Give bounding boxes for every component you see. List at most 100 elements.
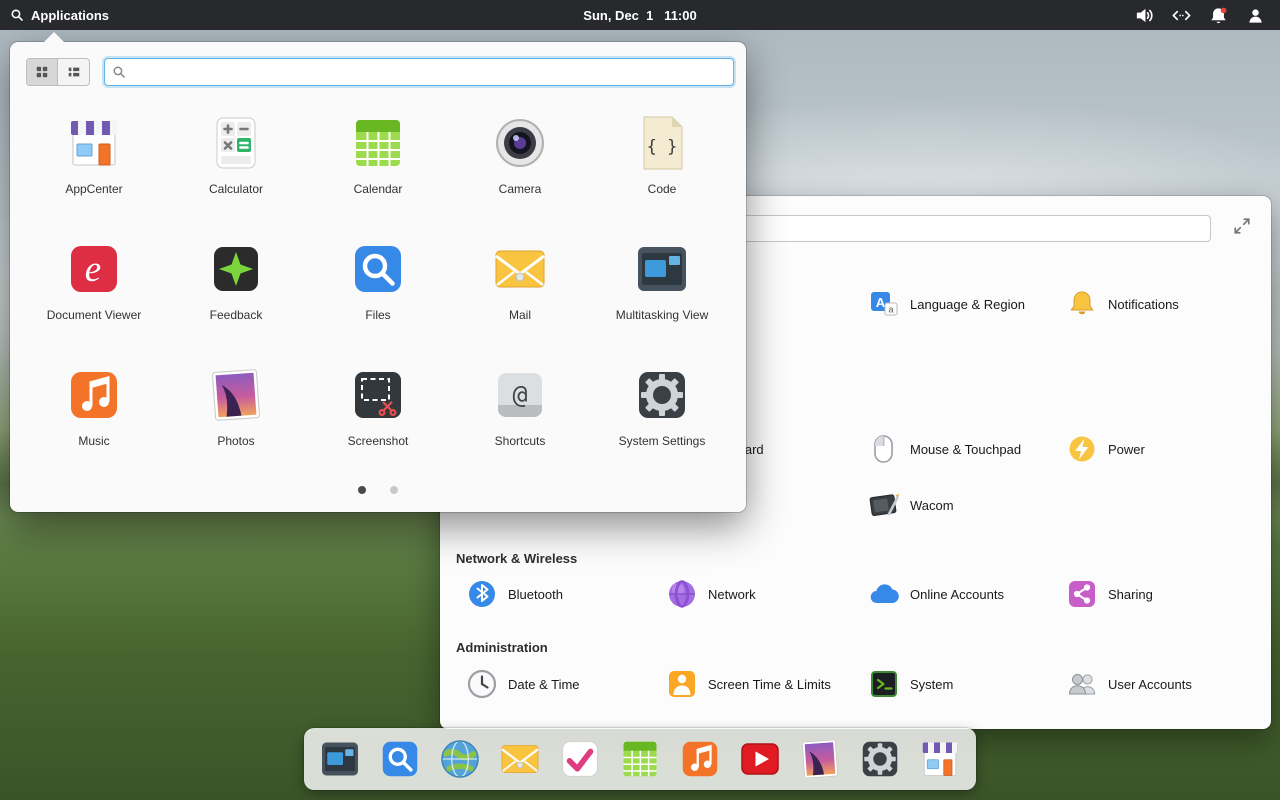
search-icon [112, 65, 126, 79]
date-time-icon [466, 668, 498, 700]
settings-item-language-region[interactable]: Aa Language & Region [868, 288, 1025, 320]
app-shortcuts[interactable]: @ Shortcuts [449, 363, 591, 449]
app-calendar[interactable]: Calendar [307, 111, 449, 197]
feedback-icon [204, 237, 268, 301]
calendar-icon [616, 735, 664, 783]
system-settings-icon [630, 363, 694, 427]
dock-item-tasks[interactable] [556, 735, 604, 783]
app-camera[interactable]: Camera [449, 111, 591, 197]
expand-icon[interactable] [1233, 217, 1251, 235]
online-accounts-icon [868, 578, 900, 610]
dock-item-appcenter[interactable] [916, 735, 964, 783]
dock-item-settings[interactable] [856, 735, 904, 783]
app-multitasking-view[interactable]: Multitasking View [591, 237, 733, 323]
dock-item-music[interactable] [676, 735, 724, 783]
multitasking-icon [630, 237, 694, 301]
mail-icon [488, 237, 552, 301]
applications-launcher: AppCenter Calculator Calendar Camera { }… [10, 42, 746, 512]
dock-item-mail[interactable] [496, 735, 544, 783]
files-icon [346, 237, 410, 301]
calculator-icon [204, 111, 268, 175]
launcher-pointer-arrow [44, 32, 64, 42]
panel-indicators [1134, 5, 1280, 26]
dock-item-multitasking[interactable] [316, 735, 364, 783]
system-icon [868, 668, 900, 700]
appcenter-icon [62, 111, 126, 175]
mail-icon [496, 735, 544, 783]
applications-label: Applications [31, 8, 109, 23]
app-document-viewer[interactable]: e Document Viewer [23, 237, 165, 323]
dock-item-videos[interactable] [736, 735, 784, 783]
dock-item-calendar[interactable] [616, 735, 664, 783]
screenshot-icon [346, 363, 410, 427]
settings-item-screen-time-limits[interactable]: Screen Time & Limits [666, 668, 831, 700]
list-view-button[interactable] [58, 59, 89, 85]
sharing-icon [1066, 578, 1098, 610]
app-music[interactable]: Music [23, 363, 165, 449]
dock-item-web[interactable] [436, 735, 484, 783]
settings-item-user-accounts[interactable]: User Accounts [1066, 668, 1192, 700]
settings-item-network[interactable]: Network [666, 578, 756, 610]
settings-item-sharing[interactable]: Sharing [1066, 578, 1153, 610]
system-settings-icon [856, 735, 904, 783]
applications-button[interactable]: Applications [0, 0, 119, 30]
app-mail[interactable]: Mail [449, 237, 591, 323]
music-icon [62, 363, 126, 427]
app-grid: AppCenter Calculator Calendar Camera { }… [10, 111, 746, 449]
settings-item-power[interactable]: Power [1066, 433, 1145, 465]
settings-item-mouse-touchpad[interactable]: Mouse & Touchpad [868, 433, 1021, 465]
settings-item-online-accounts[interactable]: Online Accounts [868, 578, 1004, 610]
user-accounts-icon [1066, 668, 1098, 700]
clock[interactable]: Sun, Dec 1 11:00 [583, 8, 696, 23]
svg-text:{ }: { } [647, 137, 678, 157]
app-screenshot[interactable]: Screenshot [307, 363, 449, 449]
settings-item-bluetooth[interactable]: Bluetooth [466, 578, 563, 610]
web-icon [436, 735, 484, 783]
page-dot-2[interactable] [390, 486, 398, 494]
files-icon [376, 735, 424, 783]
settings-item-system[interactable]: System [868, 668, 953, 700]
wacom-icon [868, 489, 900, 521]
svg-text:e: e [85, 249, 101, 290]
document-viewer-icon: e [62, 237, 126, 301]
appcenter-icon [916, 735, 964, 783]
photos-icon [796, 735, 844, 783]
list-view-icon [67, 65, 81, 79]
photos-icon [204, 363, 268, 427]
app-files[interactable]: Files [307, 237, 449, 323]
app-calculator[interactable]: Calculator [165, 111, 307, 197]
app-appcenter[interactable]: AppCenter [23, 111, 165, 197]
indicator-network-wired[interactable] [1171, 5, 1192, 26]
indicator-notifications[interactable] [1208, 5, 1229, 26]
app-feedback[interactable]: Feedback [165, 237, 307, 323]
settings-item-notifications[interactable]: Notifications [1066, 288, 1179, 320]
dock [304, 728, 976, 790]
videos-icon [736, 735, 784, 783]
dock-item-photos[interactable] [796, 735, 844, 783]
indicator-session[interactable] [1245, 5, 1266, 26]
launcher-search-field[interactable] [104, 58, 734, 86]
power-icon [1066, 433, 1098, 465]
grid-view-button[interactable] [27, 59, 58, 85]
settings-section-header-administration: Administration [456, 640, 548, 655]
app-photos[interactable]: Photos [165, 363, 307, 449]
settings-item-date-time[interactable]: Date & Time [466, 668, 580, 700]
bell-badge-icon [1208, 5, 1229, 26]
indicator-volume[interactable] [1134, 5, 1155, 26]
settings-section-header-network-wireless: Network & Wireless [456, 551, 577, 566]
dock-item-files[interactable] [376, 735, 424, 783]
grid-view-icon [35, 65, 49, 79]
screen-time-icon [666, 668, 698, 700]
notifications-icon [1066, 288, 1098, 320]
app-code[interactable]: { } Code [591, 111, 733, 197]
network-icon [666, 578, 698, 610]
code-icon: { } [630, 111, 694, 175]
app-system-settings[interactable]: System Settings [591, 363, 733, 449]
svg-text:@: @ [512, 380, 527, 409]
svg-text:a: a [888, 305, 893, 315]
launcher-search-input[interactable] [132, 65, 726, 80]
svg-text:A: A [876, 295, 886, 310]
page-dot-1[interactable] [358, 486, 366, 494]
settings-item-wacom[interactable]: Wacom [868, 489, 954, 521]
camera-icon [488, 111, 552, 175]
